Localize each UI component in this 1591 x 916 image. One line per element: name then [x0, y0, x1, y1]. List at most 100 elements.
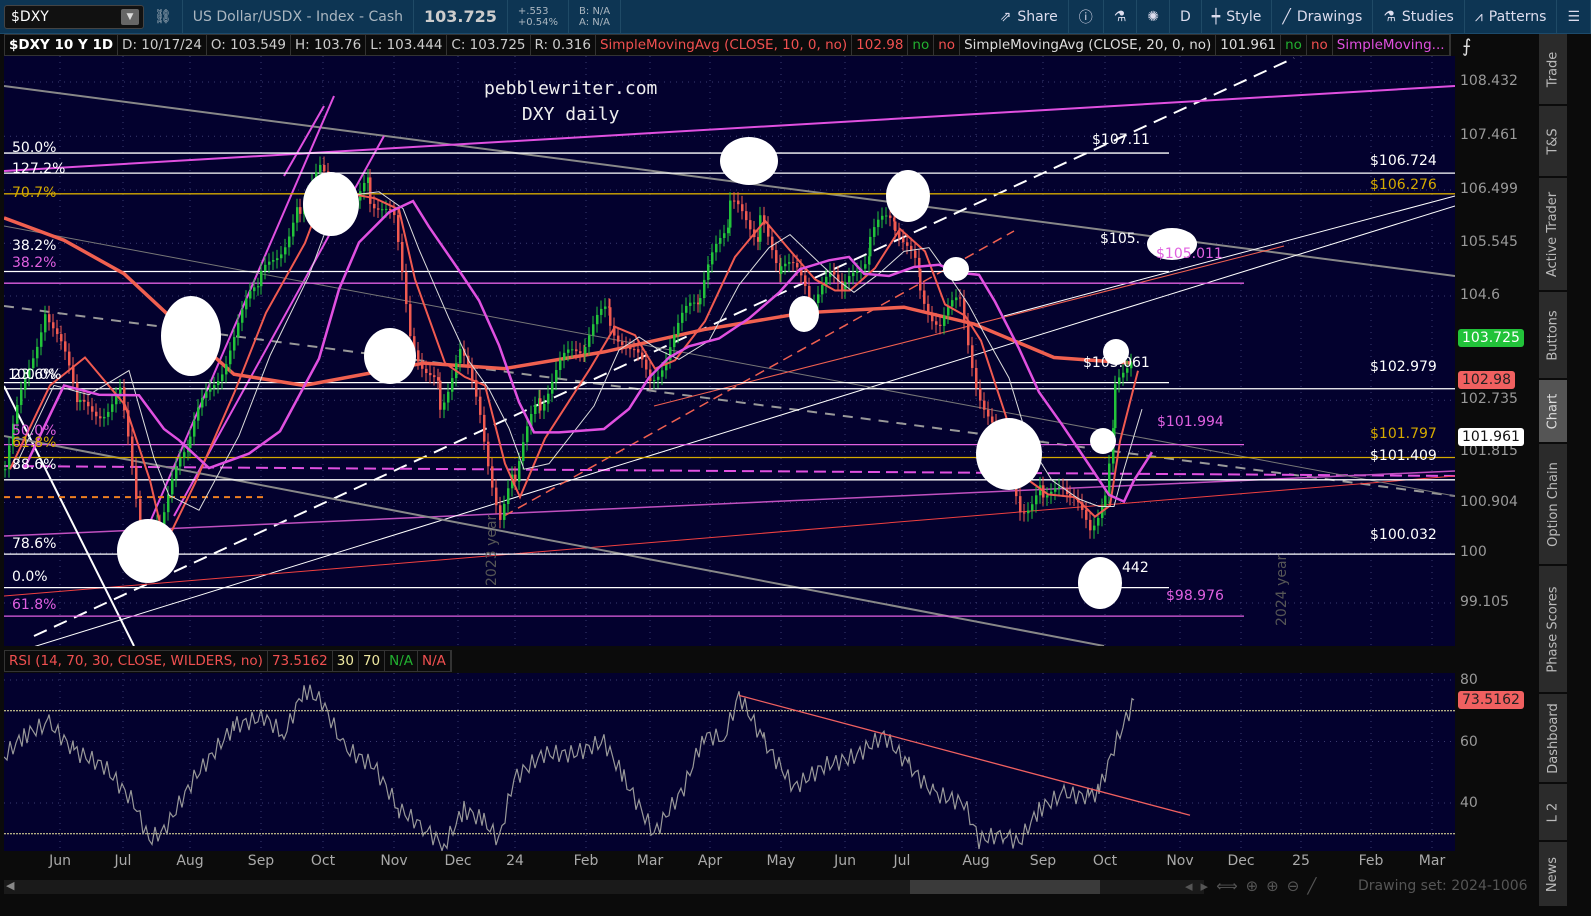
candle: [417, 350, 420, 362]
side-tab-buttons[interactable]: Buttons: [1539, 292, 1567, 378]
annotation-ellipse[interactable]: [364, 328, 416, 384]
toolbar-button-drawings[interactable]: ╱ Drawings: [1272, 0, 1374, 34]
candle: [288, 236, 291, 248]
candle: [629, 346, 632, 350]
candle: [111, 404, 114, 412]
trendline[interactable]: [3, 470, 1456, 537]
candle: [514, 474, 517, 482]
candle: [833, 271, 836, 275]
link-icon[interactable]: ⛓: [144, 0, 182, 34]
candle: [707, 264, 710, 280]
toolbar-button-style[interactable]: ┿ Style: [1202, 0, 1273, 34]
toolbar-button-studies[interactable]: ⚗ Studies: [1373, 0, 1465, 34]
trendline[interactable]: [503, 230, 1015, 517]
toolbar-button-d[interactable]: D: [1170, 0, 1202, 34]
rsi-na: N/A: [418, 651, 451, 671]
annotation-ellipse[interactable]: [1090, 428, 1116, 454]
side-tab-l-2[interactable]: L 2: [1539, 784, 1567, 840]
time-axis-label: Dec: [1227, 853, 1255, 869]
range-value: R: 0.316: [531, 35, 596, 55]
chevron-down-icon[interactable]: ▼: [121, 8, 139, 25]
price-axis-label: 99.105: [1460, 594, 1509, 610]
toolbar-button-menu[interactable]: ☰: [1557, 0, 1591, 34]
side-tab-label: Buttons: [1545, 309, 1561, 361]
trendline[interactable]: [3, 475, 1456, 597]
candle: [551, 381, 554, 394]
annotation-ellipse[interactable]: [117, 519, 179, 583]
scroll-left-icon[interactable]: ◀: [6, 879, 14, 892]
toolbar-button-info[interactable]: ⓘ: [1069, 0, 1104, 34]
annotation-ellipse[interactable]: [789, 296, 819, 332]
side-tab-news[interactable]: News: [1539, 842, 1567, 906]
annotation-ellipse[interactable]: [1078, 557, 1122, 609]
crosshair-icon[interactable]: ⊕: [1246, 877, 1267, 895]
candle: [1031, 504, 1034, 511]
side-tab-option-chain[interactable]: Option Chain: [1539, 444, 1567, 564]
sma10-label[interactable]: SimpleMovingAvg (CLOSE, 10, 0, no): [596, 35, 853, 55]
candle: [245, 298, 248, 310]
candle: [64, 341, 67, 352]
zoom-in-icon[interactable]: ⊕: [1266, 877, 1287, 895]
time-axis-label: Oct: [1092, 853, 1118, 869]
candle: [249, 291, 252, 299]
rsi-chart[interactable]: [3, 673, 1455, 853]
fib-level-label: 50.0%: [12, 140, 57, 156]
annotation-ellipse[interactable]: [943, 257, 969, 281]
toolbar-button-patterns[interactable]: ⩘ Patterns: [1465, 0, 1558, 34]
trendline[interactable]: [1003, 195, 1456, 317]
candle: [131, 436, 134, 467]
time-axis-label: May: [766, 853, 796, 869]
study-icon[interactable]: ⨍: [1462, 36, 1471, 57]
candle: [296, 207, 299, 223]
candle: [471, 365, 474, 380]
side-tab-chart[interactable]: Chart: [1539, 380, 1567, 442]
scroll-left-icon[interactable]: ◂▸: [1185, 877, 1216, 895]
candle: [543, 403, 546, 411]
candle: [99, 416, 102, 419]
candle: [405, 272, 408, 305]
annotation-ellipse[interactable]: [161, 296, 221, 376]
side-tab-dashboard[interactable]: Dashboard: [1539, 694, 1567, 782]
scrollbar-thumb[interactable]: [910, 880, 1100, 894]
side-tab-t-s[interactable]: T&S: [1539, 106, 1567, 176]
candle: [397, 215, 400, 242]
time-axis-label: Jun: [49, 853, 71, 869]
toolbar-button-flask[interactable]: ⚗: [1104, 0, 1138, 34]
candle: [657, 376, 660, 380]
rsi-trendline[interactable]: [738, 694, 1191, 816]
zoom-out-icon[interactable]: ⊖: [1287, 877, 1308, 895]
price-chart[interactable]: pebblewriter.com DXY daily 50.0% 127.2% 70.…: [3, 56, 1456, 657]
candle: [745, 211, 748, 221]
toolbar-button-share[interactable]: ⇗ Share: [990, 0, 1069, 34]
trendline[interactable]: [3, 85, 1456, 277]
candle: [1054, 488, 1057, 492]
pen-icon: ╱: [1282, 9, 1291, 25]
annotation-ellipse[interactable]: [886, 170, 930, 222]
symbol-selector[interactable]: $DXY ▼: [4, 4, 144, 29]
candle-icon: ┿: [1211, 9, 1221, 25]
candle: [864, 264, 867, 269]
candle: [741, 204, 744, 212]
side-tab-label: Chart: [1545, 393, 1561, 429]
candle: [503, 503, 506, 520]
toolbar-label: Style: [1226, 9, 1262, 25]
toolbar-button-gear[interactable]: ✺: [1137, 0, 1171, 34]
horizontal-scrollbar[interactable]: [4, 880, 1204, 894]
side-tab-label: L 2: [1545, 802, 1561, 822]
candle: [935, 321, 938, 325]
annotation-ellipse[interactable]: [720, 137, 778, 185]
rsi-title[interactable]: RSI (14, 70, 30, CLOSE, WILDERS, no): [5, 651, 268, 671]
annotation-ellipse[interactable]: [976, 418, 1042, 490]
side-tab-phase-scores[interactable]: Phase Scores: [1539, 566, 1567, 692]
draw-icon[interactable]: ╱: [1307, 877, 1324, 895]
sma3-label[interactable]: SimpleMoving...: [1333, 35, 1450, 55]
price-level-label: $101.797: [1370, 426, 1437, 442]
pan-icon[interactable]: ⟺: [1216, 877, 1246, 895]
side-tab-trade[interactable]: Trade: [1539, 34, 1567, 104]
sma20-label[interactable]: SimpleMovingAvg (CLOSE, 20, 0, no): [960, 35, 1217, 55]
side-tab-active-trader[interactable]: Active Trader: [1539, 178, 1567, 290]
price-level-label: $101.994: [1157, 414, 1224, 430]
candle: [559, 359, 562, 370]
annotation-ellipse[interactable]: [303, 172, 359, 236]
drawing-set[interactable]: Drawing set: 2024-1006: [1358, 878, 1528, 894]
